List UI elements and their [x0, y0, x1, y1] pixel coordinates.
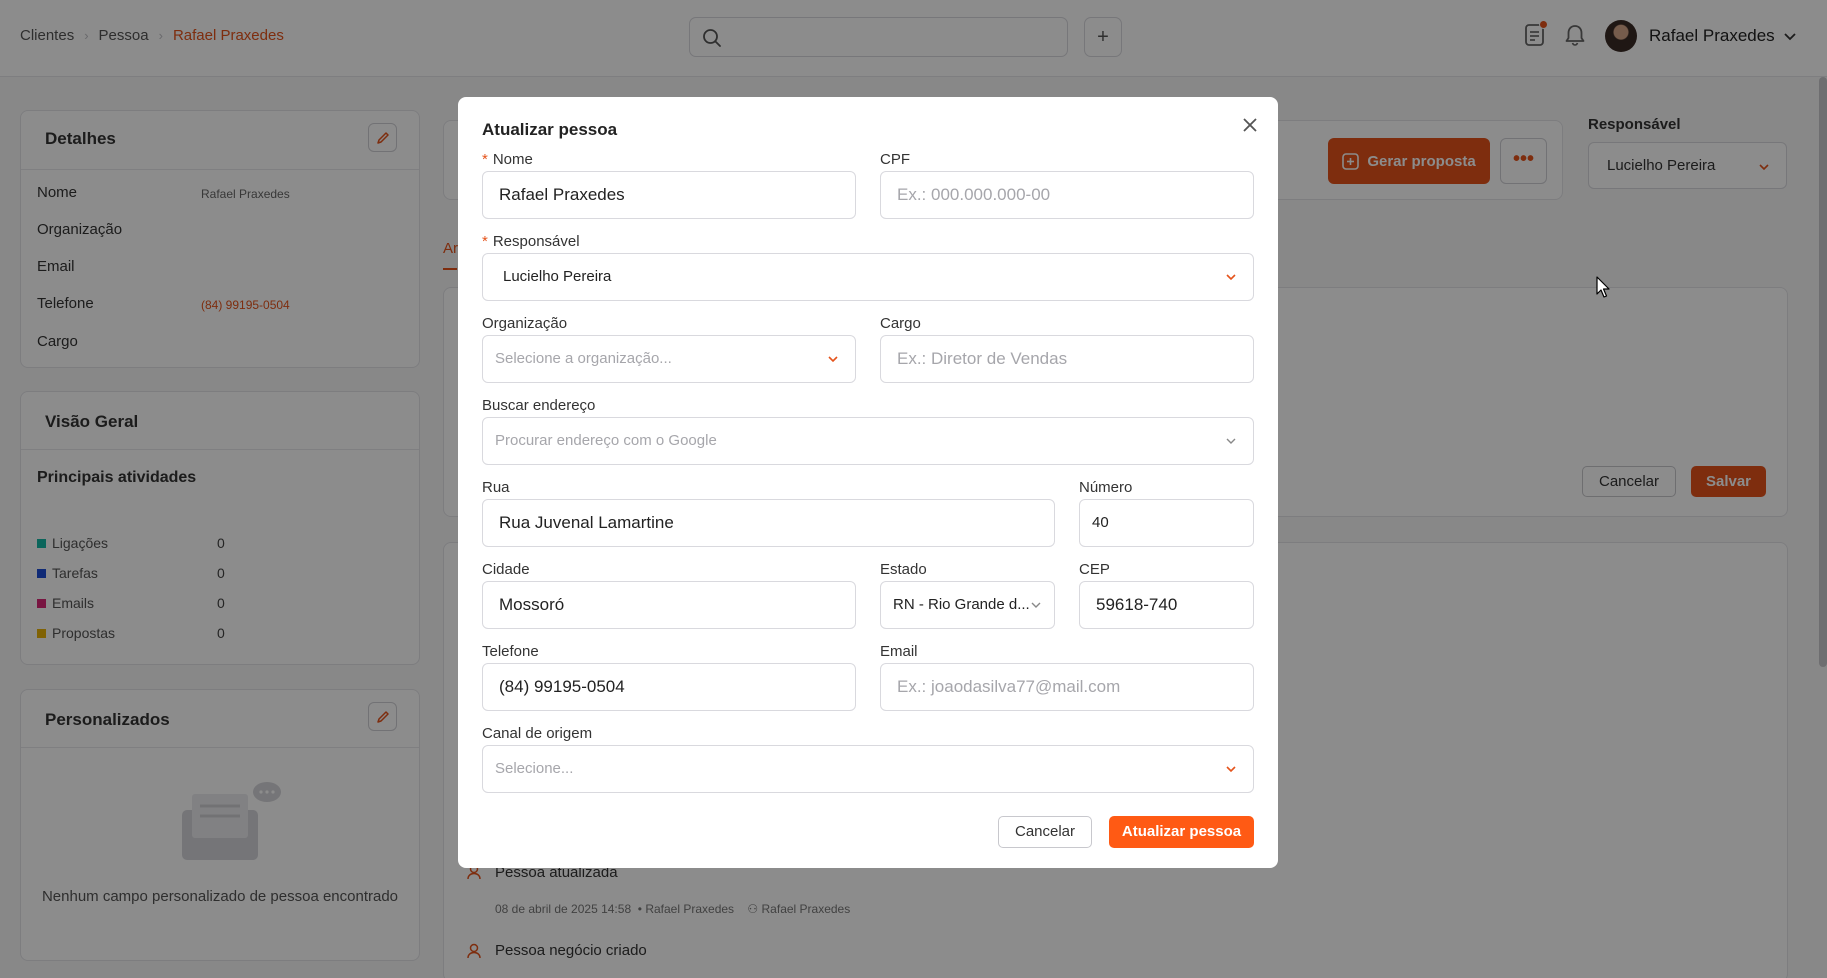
label-numero: Número: [1079, 479, 1133, 496]
label-email: Email: [880, 643, 918, 660]
endereco-placeholder: Procurar endereço com o Google: [495, 432, 717, 449]
chevron-down-icon: [1226, 438, 1236, 444]
label-organizacao: Organização: [482, 315, 568, 332]
chevron-down-icon: [1226, 766, 1236, 773]
label-rua: Rua: [482, 479, 510, 496]
cpf-field[interactable]: Ex.: 000.000.000-00: [880, 171, 1254, 219]
label-cidade: Cidade: [482, 561, 530, 578]
label-canal: Canal de origem: [482, 725, 593, 742]
close-icon[interactable]: [1239, 114, 1261, 136]
endereco-field[interactable]: Procurar endereço com o Google: [482, 417, 1254, 465]
email-field[interactable]: Ex.: joaodasilva77@mail.com: [880, 663, 1254, 711]
label-responsavel: * Responsável: [482, 233, 580, 250]
modal-title: Atualizar pessoa: [482, 120, 618, 139]
label-cpf: CPF: [880, 151, 910, 168]
chevron-down-icon: [1226, 274, 1236, 281]
responsavel-field[interactable]: Lucielho Pereira: [482, 253, 1254, 301]
label-estado: Estado: [880, 561, 927, 578]
chevron-down-icon: [828, 356, 838, 363]
cidade-field[interactable]: Mossoró: [482, 581, 856, 629]
label-endereco: Buscar endereço: [482, 397, 596, 414]
update-person-modal: Atualizar pessoa * Nome Rafael Praxedes C…: [458, 97, 1278, 868]
nome-field[interactable]: Rafael Praxedes: [482, 171, 856, 219]
update-person-button[interactable]: Atualizar pessoa: [1109, 816, 1254, 848]
label-cep: CEP: [1079, 561, 1110, 578]
canal-field[interactable]: Selecione...: [482, 745, 1254, 793]
cancel-button[interactable]: Cancelar: [998, 816, 1092, 848]
label-telefone: Telefone: [482, 643, 539, 660]
label-cargo: Cargo: [880, 315, 921, 332]
cargo-field[interactable]: Ex.: Diretor de Vendas: [880, 335, 1254, 383]
responsavel-field-value: Lucielho Pereira: [503, 268, 612, 285]
label-nome: * Nome: [482, 151, 533, 168]
rua-field[interactable]: Rua Juvenal Lamartine: [482, 499, 1055, 547]
canal-placeholder: Selecione...: [495, 760, 574, 777]
numero-field[interactable]: 40: [1079, 499, 1254, 547]
chevron-down-icon: [1031, 602, 1041, 608]
organizacao-field[interactable]: Selecione a organização...: [482, 335, 856, 383]
estado-value: RN - Rio Grande d...: [893, 596, 1030, 613]
organizacao-placeholder: Selecione a organização...: [495, 350, 672, 367]
estado-field[interactable]: RN - Rio Grande d...: [880, 581, 1055, 629]
telefone-field[interactable]: (84) 99195-0504: [482, 663, 856, 711]
mouse-cursor-icon: [1596, 276, 1610, 298]
cep-field[interactable]: 59618-740: [1079, 581, 1254, 629]
